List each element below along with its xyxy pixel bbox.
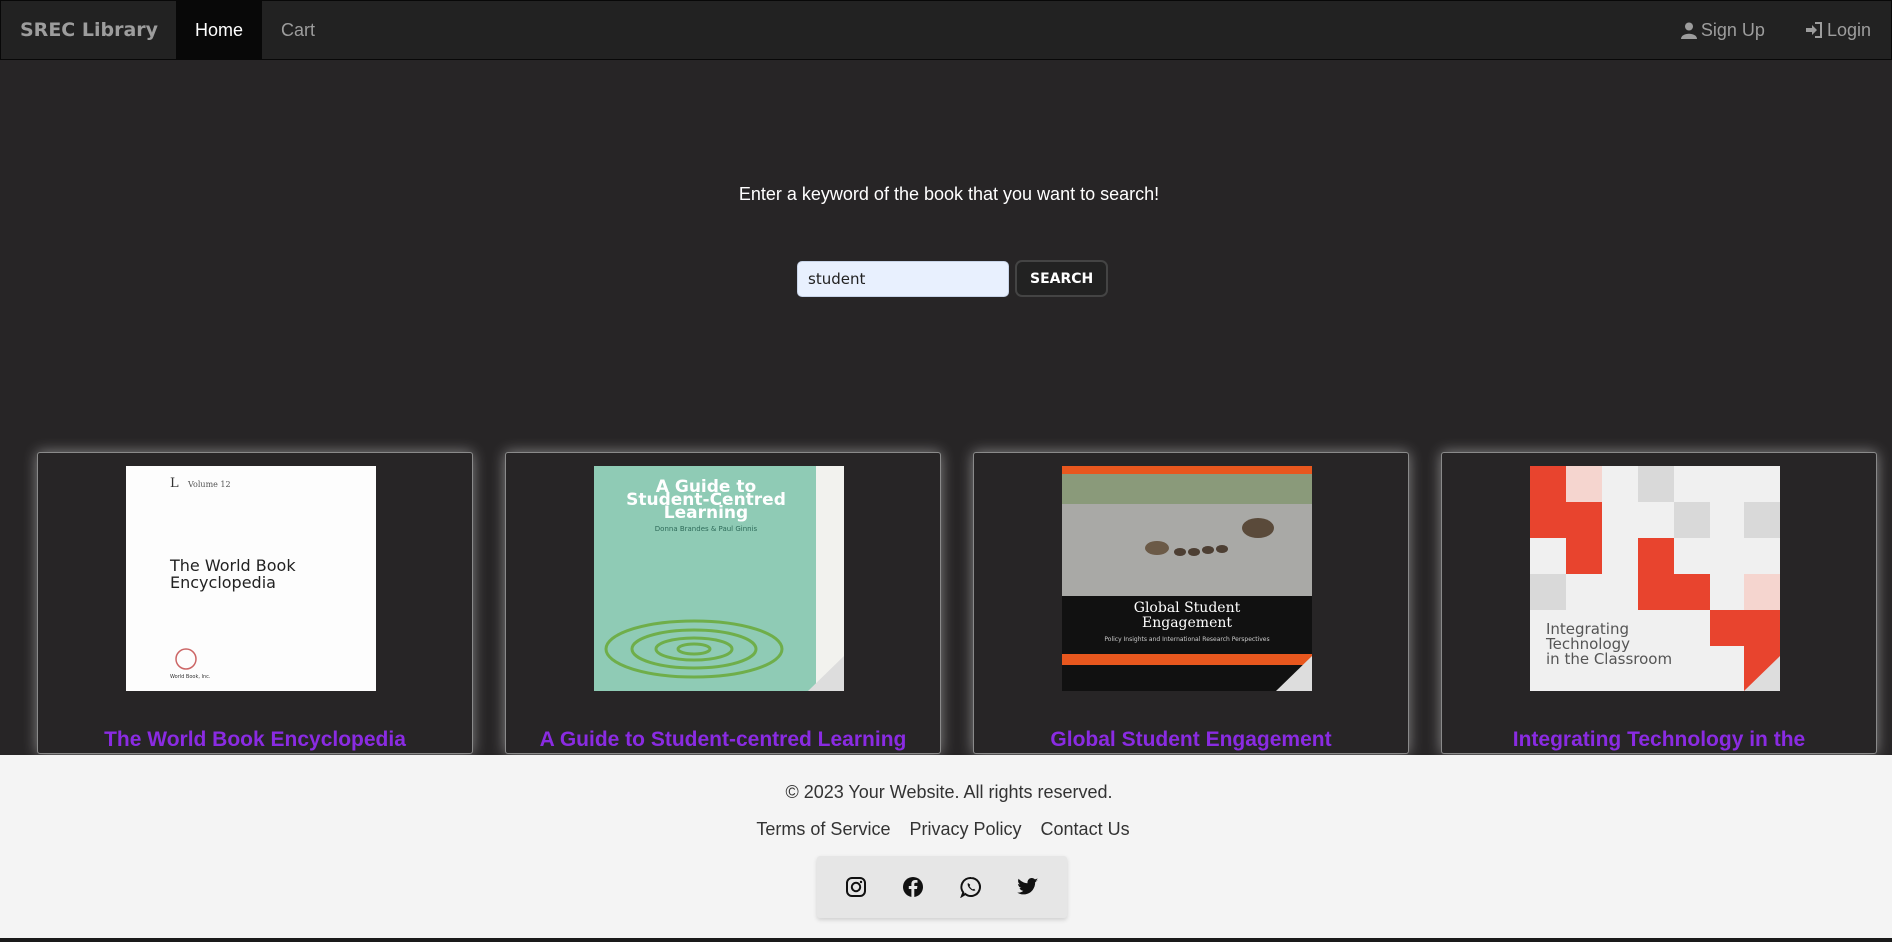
user-icon bbox=[1680, 22, 1697, 39]
brand-logo[interactable]: SREC Library bbox=[1, 1, 176, 59]
bottom-edge bbox=[0, 938, 1892, 942]
cover-text: Volume 12 bbox=[187, 480, 231, 489]
cover-text: Encyclopedia bbox=[170, 573, 276, 592]
copyright-text: © 2023 Your Website. All rights reserved… bbox=[785, 782, 1113, 802]
cover-text: in the Classroom bbox=[1546, 650, 1672, 668]
signup-label: Sign Up bbox=[1700, 19, 1765, 40]
login-link[interactable]: Login bbox=[1785, 1, 1891, 59]
contact-link[interactable]: Contact Us bbox=[1041, 819, 1130, 839]
book-title[interactable]: A Guide to Student-centred Learning bbox=[506, 728, 940, 752]
cover-text: Policy Insights and International Resear… bbox=[1104, 636, 1269, 643]
terms-link[interactable]: Terms of Service bbox=[756, 819, 890, 839]
search-input[interactable] bbox=[797, 260, 1009, 297]
facebook-icon[interactable] bbox=[898, 872, 928, 902]
signup-link[interactable]: Sign Up bbox=[1661, 1, 1785, 59]
cover-text: Donna Brandes & Paul Ginnis bbox=[655, 525, 758, 533]
nav-right: Sign Up Login bbox=[1661, 1, 1891, 59]
social-icons bbox=[817, 856, 1067, 918]
footer-links: Terms of Service Privacy Policy Contact … bbox=[0, 819, 1886, 840]
cover-text: Engagement bbox=[1142, 615, 1232, 631]
book-card[interactable]: Integrating Technology in the Classroom … bbox=[1441, 452, 1877, 754]
book-card[interactable]: A Guide to Student-Centred Learning Donn… bbox=[505, 452, 941, 754]
cover-text: World Book, Inc. bbox=[170, 674, 211, 680]
book-card[interactable]: L Volume 12 The World Book Encyclopedia … bbox=[37, 452, 473, 754]
search-button[interactable]: SEARCH bbox=[1015, 260, 1109, 297]
nav-home[interactable]: Home bbox=[176, 1, 263, 59]
twitter-icon[interactable] bbox=[1013, 872, 1043, 902]
book-title[interactable]: Global Student Engagement bbox=[974, 728, 1408, 752]
svg-text:L: L bbox=[170, 476, 179, 491]
login-icon bbox=[1805, 22, 1822, 38]
footer: © 2023 Your Website. All rights reserved… bbox=[0, 755, 1892, 942]
login-label: Login bbox=[1826, 19, 1871, 40]
whatsapp-icon[interactable] bbox=[956, 872, 986, 902]
search-prompt: Enter a keyword of the book that you wan… bbox=[738, 184, 1160, 204]
search-bar: SEARCH bbox=[797, 260, 1109, 297]
book-cover[interactable]: Global Student Engagement Policy Insight… bbox=[1062, 466, 1312, 691]
book-cover[interactable]: Integrating Technology in the Classroom bbox=[1530, 466, 1780, 691]
book-title[interactable]: Integrating Technology in the bbox=[1442, 728, 1876, 752]
nav-cart[interactable]: Cart bbox=[262, 1, 334, 59]
book-cover[interactable]: A Guide to Student-Centred Learning Donn… bbox=[594, 466, 844, 691]
cover-text: Global Student bbox=[1134, 600, 1241, 616]
book-title[interactable]: The World Book Encyclopedia bbox=[38, 728, 472, 752]
top-navbar: SREC Library Home Cart Sign Up Login bbox=[0, 0, 1892, 60]
instagram-icon[interactable] bbox=[841, 872, 871, 902]
book-results: L Volume 12 The World Book Encyclopedia … bbox=[37, 452, 1877, 754]
privacy-link[interactable]: Privacy Policy bbox=[909, 819, 1021, 839]
book-card[interactable]: Global Student Engagement Policy Insight… bbox=[973, 452, 1409, 754]
cover-text: Learning bbox=[664, 503, 748, 523]
book-cover[interactable]: L Volume 12 The World Book Encyclopedia … bbox=[126, 466, 376, 691]
